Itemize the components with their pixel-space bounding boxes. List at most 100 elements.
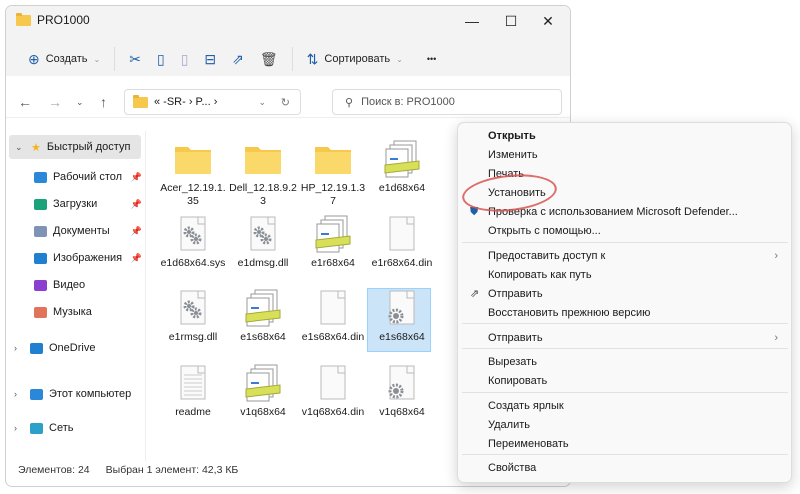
chevron-down-icon: ⌄	[396, 54, 403, 64]
sidebar-label: Музыка	[53, 306, 92, 318]
pin-icon: 📌	[130, 225, 142, 236]
sidebar-item[interactable]: Загрузки 📌	[34, 194, 144, 214]
sidebar-item[interactable]: Документы 📌	[34, 221, 144, 241]
menu-item[interactable]: Открыть	[488, 127, 788, 145]
menu-item[interactable]: Предоставить доступ к ›	[488, 247, 788, 265]
minimize-button[interactable]: —	[452, 8, 492, 34]
recent-dropdown[interactable]: ⌄	[76, 97, 84, 108]
sidebar-item-icon	[34, 225, 47, 237]
file-name: Acer_12.19.1.35	[160, 182, 226, 207]
cut-button[interactable]: ✂	[121, 45, 149, 73]
file-item[interactable]: e1s68x64	[367, 288, 436, 352]
menu-item-label: Предоставить доступ к	[488, 250, 606, 262]
file-item[interactable]: Acer_12.19.1.35	[159, 139, 227, 208]
file-name: v1q68x64.din	[301, 406, 365, 418]
inf-file-icon	[243, 363, 283, 403]
pin-icon: 📌	[130, 198, 142, 209]
item-count: Элементов: 24	[18, 464, 90, 476]
file-item[interactable]: Dell_12.18.9.23	[229, 139, 297, 208]
share-icon: ⇗	[470, 288, 480, 300]
chevron-down-icon[interactable]: ⌄	[258, 97, 266, 108]
menu-item[interactable]: Копировать как путь	[488, 266, 788, 284]
address-bar[interactable]: « -SR- › P... › ⌄ ↻	[124, 89, 301, 115]
sort-icon: ⇅	[306, 50, 319, 67]
menu-separator	[462, 454, 788, 455]
more-button[interactable]: •••	[419, 45, 444, 73]
menu-item-label: Открыть	[488, 130, 536, 142]
sidebar-root[interactable]: › Сеть	[14, 418, 144, 438]
menu-separator	[462, 348, 788, 349]
search-input[interactable]: ⚲ Поиск в: PRO1000	[332, 89, 562, 115]
sidebar-item[interactable]: Музыка	[34, 302, 144, 322]
menu-item[interactable]: Восстановить прежнюю версию	[488, 304, 788, 322]
file-name: e1d68x64	[378, 182, 426, 194]
paste-icon: ▯	[180, 50, 189, 67]
up-button[interactable]: ↑	[100, 94, 107, 110]
file-item[interactable]: e1s68x64	[229, 288, 297, 344]
chevron-right-icon: ›	[14, 389, 17, 399]
sidebar-root[interactable]: › OneDrive	[14, 338, 144, 358]
file-item[interactable]: e1s68x64.din	[299, 288, 367, 344]
file-item[interactable]: v1q68x64.din	[299, 363, 367, 419]
sys-file-icon	[243, 214, 283, 254]
file-name: e1s68x64.din	[301, 331, 365, 343]
status-bar: Элементов: 24 Выбран 1 элемент: 42,3 КБ	[18, 464, 238, 476]
sidebar-item[interactable]: Видео	[34, 275, 144, 295]
sidebar-label: Загрузки	[53, 198, 98, 210]
inf-file-icon	[313, 214, 353, 254]
back-button[interactable]: ←	[18, 94, 32, 110]
menu-item[interactable]: Создать ярлык	[488, 397, 788, 415]
share-button[interactable]: ⇗	[224, 45, 252, 73]
file-item[interactable]: e1r68x64	[299, 214, 367, 270]
menu-item[interactable]: Изменить	[488, 146, 788, 164]
sidebar-item-quick-access[interactable]: ⌄ ★ Быстрый доступ	[9, 135, 141, 159]
menu-item[interactable]: Удалить	[488, 416, 788, 434]
pin-icon: 📌	[130, 171, 142, 182]
file-item[interactable]: v1q68x64	[368, 363, 436, 419]
create-button[interactable]: ⊕ Создать ⌄	[20, 45, 108, 73]
menu-item[interactable]: Копировать	[488, 372, 788, 390]
sidebar-item[interactable]: Изображения 📌	[34, 248, 144, 268]
sidebar-root[interactable]: › Этот компьютер	[14, 384, 144, 404]
menu-item-label: Удалить	[488, 419, 530, 431]
rename-button[interactable]: ⊟	[196, 45, 224, 73]
file-name: Dell_12.18.9.23	[229, 182, 297, 207]
sidebar-label: Изображения	[53, 252, 123, 264]
menu-item[interactable]: Отправить ›	[488, 329, 788, 347]
sidebar-item[interactable]: Рабочий стол 📌	[34, 167, 144, 187]
paste-button[interactable]: ▯	[173, 45, 197, 73]
file-item[interactable]: e1d68x64.sys	[159, 214, 227, 270]
menu-item-label: Вырезать	[488, 356, 537, 368]
file-item[interactable]: e1dmsg.dll	[229, 214, 297, 270]
file-item[interactable]: HP_12.19.1.37	[299, 139, 367, 208]
folder-file-icon	[313, 139, 353, 179]
copy-button[interactable]: ▯	[149, 45, 173, 73]
menu-item-label: Переименовать	[488, 438, 569, 450]
file-item[interactable]: e1r68x64.din	[368, 214, 436, 270]
delete-button[interactable]: 🗑	[252, 45, 286, 73]
sidebar-item-icon	[34, 279, 47, 291]
file-name: e1d68x64.sys	[160, 257, 226, 269]
sys-file-icon	[173, 214, 213, 254]
sidebar-label: Сеть	[49, 422, 74, 434]
maximize-button[interactable]: ☐	[491, 8, 531, 34]
menu-item[interactable]: Свойства	[488, 459, 788, 477]
forward-button[interactable]: →	[48, 94, 62, 110]
menu-item[interactable]: ⇗ Отправить	[470, 285, 788, 303]
menu-item[interactable]: Переименовать	[488, 435, 788, 453]
menu-item[interactable]: Вырезать	[488, 353, 788, 371]
blank-file-icon	[313, 288, 353, 328]
file-item[interactable]: v1q68x64	[229, 363, 297, 419]
file-item[interactable]: readme	[159, 363, 227, 419]
sort-button[interactable]: ⇅ Сортировать ⌄	[299, 45, 411, 73]
folder-file-icon	[173, 139, 213, 179]
divider	[291, 47, 293, 71]
close-button[interactable]: ✕	[528, 8, 568, 34]
file-item[interactable]: e1rmsg.dll	[159, 288, 227, 344]
refresh-icon[interactable]: ↻	[281, 96, 290, 109]
file-name: e1r68x64.din	[371, 257, 433, 269]
file-item[interactable]: e1d68x64	[368, 139, 436, 195]
file-name: v1q68x64	[379, 406, 425, 418]
sort-label: Сортировать	[324, 53, 391, 65]
menu-item[interactable]: Открыть с помощью...	[488, 222, 788, 240]
